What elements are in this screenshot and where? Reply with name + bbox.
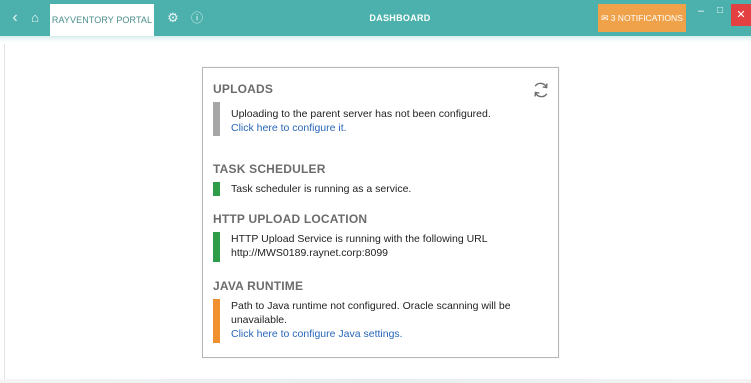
task-scheduler-message: Task scheduler is running as a service. [231, 183, 412, 195]
status-bar-green [213, 232, 220, 262]
status-bar-gray [213, 102, 220, 136]
http-upload-url: http://MWS0189.raynet.corp:8099 [231, 247, 389, 259]
task-scheduler-section: TASK SCHEDULER Task scheduler is running… [213, 162, 543, 196]
status-card: UPLOADS Uploading to the parent server h… [202, 67, 559, 358]
info-icon[interactable]: ⓘ [188, 0, 206, 36]
java-runtime-title: JAVA RUNTIME [213, 279, 304, 293]
title-bar: ‹ ⌂ RAYVENTORY PORTAL ⚙ ⓘ DASHBOARD ✉ 3 N… [0, 0, 751, 42]
uploads-message: Uploading to the parent server has not b… [231, 108, 491, 120]
maximize-button[interactable]: □ [709, 0, 731, 28]
http-upload-message: HTTP Upload Service is running with the … [231, 233, 488, 245]
title-bar-shadow [0, 36, 751, 42]
envelope-icon: ✉ [601, 13, 609, 23]
http-upload-section: HTTP UPLOAD LOCATION HTTP Upload Service… [213, 212, 543, 262]
tab-rayventory-portal[interactable]: RAYVENTORY PORTAL [50, 4, 154, 36]
configure-java-link[interactable]: Click here to configure Java settings. [231, 327, 543, 341]
gear-icon[interactable]: ⚙ [164, 0, 182, 36]
notifications-button[interactable]: ✉ 3 NOTIFICATIONS [598, 4, 686, 32]
home-icon[interactable]: ⌂ [26, 0, 44, 36]
http-upload-title: HTTP UPLOAD LOCATION [213, 212, 368, 226]
uploads-section: UPLOADS Uploading to the parent server h… [213, 82, 543, 136]
status-bar-orange [213, 299, 220, 343]
back-arrow-icon[interactable]: ‹ [6, 0, 24, 36]
notifications-label: 3 NOTIFICATIONS [610, 13, 683, 23]
task-scheduler-title: TASK SCHEDULER [213, 162, 326, 176]
uploads-title: UPLOADS [213, 82, 274, 96]
bottom-divider [0, 379, 751, 383]
status-bar-green [213, 182, 220, 196]
page-title: DASHBOARD [369, 13, 431, 23]
java-runtime-message: Path to Java runtime not configured. Ora… [231, 300, 511, 312]
java-runtime-message-cont: unavailable. [231, 314, 288, 326]
left-divider [4, 44, 5, 380]
configure-upload-link[interactable]: Click here to configure it. [231, 121, 543, 135]
close-button[interactable]: ✕ [731, 4, 751, 26]
java-runtime-section: JAVA RUNTIME Path to Java runtime not co… [213, 279, 543, 343]
